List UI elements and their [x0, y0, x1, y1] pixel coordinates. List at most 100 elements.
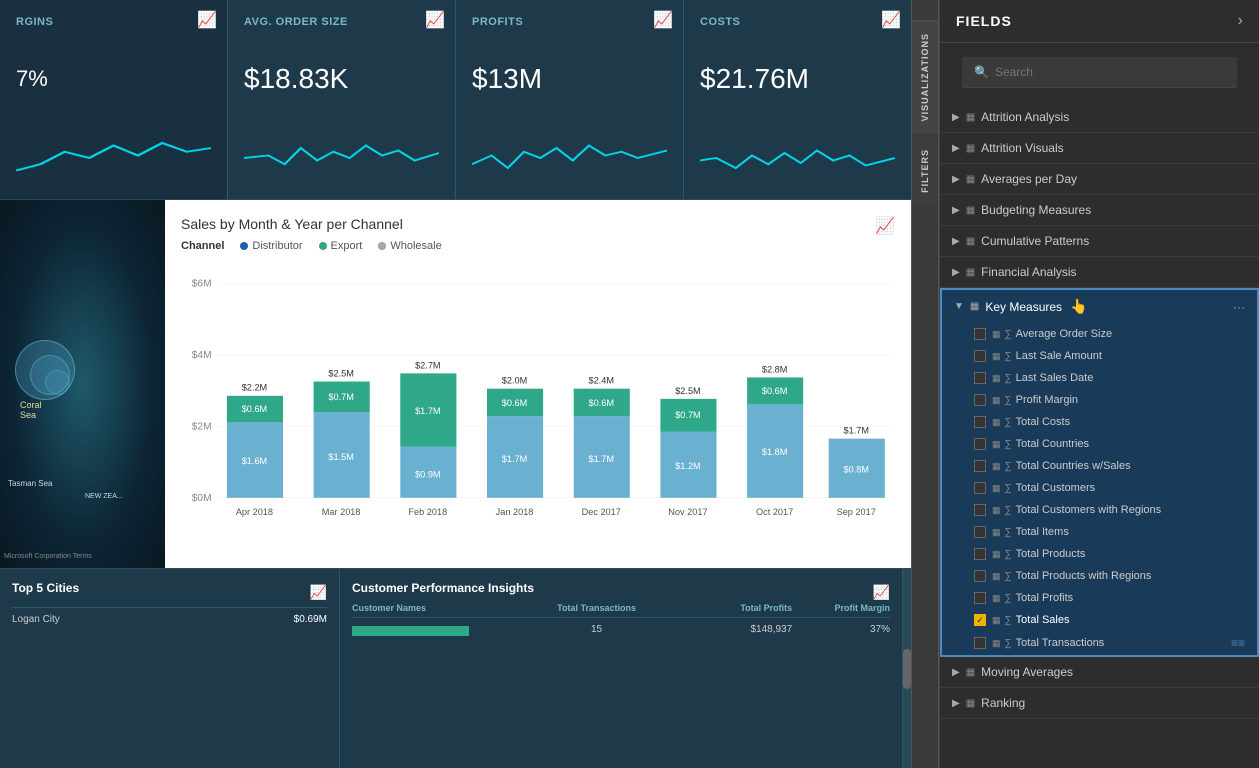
table-icon-5: ▦ [966, 236, 975, 247]
chart-title: Sales by Month & Year per Channel [181, 216, 403, 232]
search-box[interactable]: 🔍 [962, 57, 1237, 88]
checkbox-total-products[interactable] [974, 548, 986, 560]
map-copyright: Microsoft Corporation Terms [4, 553, 92, 560]
checkbox-total-costs[interactable] [974, 416, 986, 428]
svg-text:$1.6M: $1.6M [242, 456, 268, 466]
map-label-tasman: Tasman Sea [8, 479, 52, 488]
group-moving-averages: ▶ ▦ Moving Averages [940, 657, 1259, 688]
field-item-total-transactions[interactable]: ▦ ∑ Total Transactions ≡≡ [942, 631, 1257, 655]
field-item-last-sales-date[interactable]: ▦ ∑ Last Sales Date [942, 367, 1257, 389]
svg-text:$1.2M: $1.2M [675, 461, 701, 471]
expand-arrow-2: ▶ [952, 143, 960, 154]
checkbox-total-countries[interactable] [974, 438, 986, 450]
field-item-total-profits[interactable]: ▦ ∑ Total Profits [942, 587, 1257, 609]
svg-text:$0.7M: $0.7M [328, 392, 354, 402]
svg-text:Apr 2018: Apr 2018 [236, 507, 273, 517]
checkbox-avg-order-size[interactable] [974, 328, 986, 340]
svg-text:$1.7M: $1.7M [415, 406, 441, 416]
field-item-last-sale-amount[interactable]: ▦ ∑ Last Sale Amount [942, 345, 1257, 367]
kpi-value-margins: 7% [16, 66, 211, 92]
checkbox-total-products-regions[interactable] [974, 570, 986, 582]
kpi-card-margins: RGINS 7% 📈 [0, 0, 228, 199]
field-label-total-products: Total Products [1016, 548, 1086, 560]
group-financial: ▶ ▦ Financial Analysis [940, 257, 1259, 288]
checkbox-total-items[interactable] [974, 526, 986, 538]
svg-text:$1.8M: $1.8M [762, 447, 788, 457]
visualizations-tab[interactable]: VISUALIZATIONS [912, 20, 938, 133]
key-measures-options[interactable]: ··· [1233, 300, 1245, 314]
field-item-avg-order-size[interactable]: ▦ ∑ Average Order Size [942, 323, 1257, 345]
customer-table-row: 15 $148,937 37% [352, 622, 890, 638]
top-cities-title: Top 5 Cities [12, 581, 79, 595]
chart-icon-margins: 📈 [197, 10, 217, 30]
field-item-total-items[interactable]: ▦ ∑ Total Items [942, 521, 1257, 543]
sidebar-collapse-button[interactable]: › [1238, 12, 1243, 30]
kpi-label-avg-order: AVG. ORDER SIZE [244, 16, 439, 28]
checkbox-last-sale-amount[interactable] [974, 350, 986, 362]
field-item-total-costs[interactable]: ▦ ∑ Total Costs [942, 411, 1257, 433]
group-header-attrition-analysis[interactable]: ▶ ▦ Attrition Analysis [940, 102, 1259, 132]
chart-expand-icon[interactable]: 📈 [875, 216, 895, 236]
group-label-financial: Financial Analysis [981, 265, 1076, 279]
field-label-last-sale-amount: Last Sale Amount [1016, 350, 1102, 362]
cities-table-row: Logan City $0.69M [12, 612, 327, 627]
field-item-profit-margin[interactable]: ▦ ∑ Profit Margin [942, 389, 1257, 411]
svg-text:$2M: $2M [192, 421, 212, 432]
chart-icon-profits: 📈 [653, 10, 673, 30]
svg-text:$1.5M: $1.5M [328, 452, 354, 462]
field-item-total-sales[interactable]: ✓ ▦ ∑ Total Sales [942, 609, 1257, 631]
search-input[interactable] [995, 65, 1225, 79]
group-header-cumulative[interactable]: ▶ ▦ Cumulative Patterns [940, 226, 1259, 256]
sparkline-costs [700, 133, 895, 183]
group-header-attrition-visuals[interactable]: ▶ ▦ Attrition Visuals [940, 133, 1259, 163]
kpi-value-avg-order: $18.83K [244, 63, 439, 95]
group-cumulative: ▶ ▦ Cumulative Patterns [940, 226, 1259, 257]
checkbox-total-transactions[interactable] [974, 637, 986, 649]
customer-table-header: Customer Names Total Transactions Total … [352, 603, 890, 618]
checkbox-total-sales[interactable]: ✓ [974, 614, 986, 626]
kpi-label-costs: COSTS [700, 16, 895, 28]
svg-text:$1.7M: $1.7M [502, 454, 528, 464]
kpi-label-margins: RGINS [16, 16, 211, 28]
map-label-coral: CoralSea [20, 400, 42, 420]
checkbox-total-profits[interactable] [974, 592, 986, 604]
field-item-total-products-regions[interactable]: ▦ ∑ Total Products with Regions [942, 565, 1257, 587]
checkbox-last-sales-date[interactable] [974, 372, 986, 384]
group-attrition-analysis: ▶ ▦ Attrition Analysis [940, 102, 1259, 133]
chart-icon-avg: 📈 [425, 10, 445, 30]
field-item-total-countries[interactable]: ▦ ∑ Total Countries [942, 433, 1257, 455]
field-item-total-countries-wsales[interactable]: ▦ ∑ Total Countries w/Sales [942, 455, 1257, 477]
expand-arrow-ma: ▶ [952, 667, 960, 678]
chart-area: $6M $4M $2M $0M $1.6M $0.6M [181, 260, 895, 552]
filters-tab[interactable]: FILTERS [912, 137, 938, 205]
checkbox-total-countries-wsales[interactable] [974, 460, 986, 472]
group-header-moving-averages[interactable]: ▶ ▦ Moving Averages [940, 657, 1259, 687]
svg-text:$0.8M: $0.8M [843, 464, 869, 474]
svg-text:$0.7M: $0.7M [675, 410, 701, 420]
svg-text:$0.9M: $0.9M [415, 469, 441, 479]
field-item-total-customers[interactable]: ▦ ∑ Total Customers [942, 477, 1257, 499]
field-label-total-transactions: Total Transactions [1016, 637, 1105, 649]
checkbox-total-customers-regions[interactable] [974, 504, 986, 516]
svg-text:Nov 2017: Nov 2017 [668, 507, 707, 517]
group-header-ranking[interactable]: ▶ ▦ Ranking [940, 688, 1259, 718]
field-label-total-countries: Total Countries [1016, 438, 1089, 450]
checkbox-profit-margin[interactable] [974, 394, 986, 406]
group-header-averages[interactable]: ▶ ▦ Averages per Day [940, 164, 1259, 194]
checkbox-total-customers[interactable] [974, 482, 986, 494]
group-budgeting: ▶ ▦ Budgeting Measures [940, 195, 1259, 226]
group-header-budgeting[interactable]: ▶ ▦ Budgeting Measures [940, 195, 1259, 225]
legend-export: Export [319, 240, 363, 252]
table-icon-3: ▦ [966, 174, 975, 185]
field-item-total-products[interactable]: ▦ ∑ Total Products [942, 543, 1257, 565]
group-header-key-measures[interactable]: ▼ ▦ Key Measures 👆 ··· [942, 290, 1257, 323]
cities-table-header [12, 603, 327, 608]
chart-icon-costs: 📈 [881, 10, 901, 30]
group-header-financial[interactable]: ▶ ▦ Financial Analysis [940, 257, 1259, 287]
bottom-row: Top 5 Cities 📈 Logan City $0.69M Custome… [0, 568, 911, 768]
field-label-total-costs: Total Costs [1016, 416, 1070, 428]
svg-text:$2.8M: $2.8M [762, 364, 788, 374]
customer-perf-icon: 📈 [873, 584, 890, 601]
sparkline-profits [472, 133, 667, 183]
field-item-total-customers-regions[interactable]: ▦ ∑ Total Customers with Regions [942, 499, 1257, 521]
